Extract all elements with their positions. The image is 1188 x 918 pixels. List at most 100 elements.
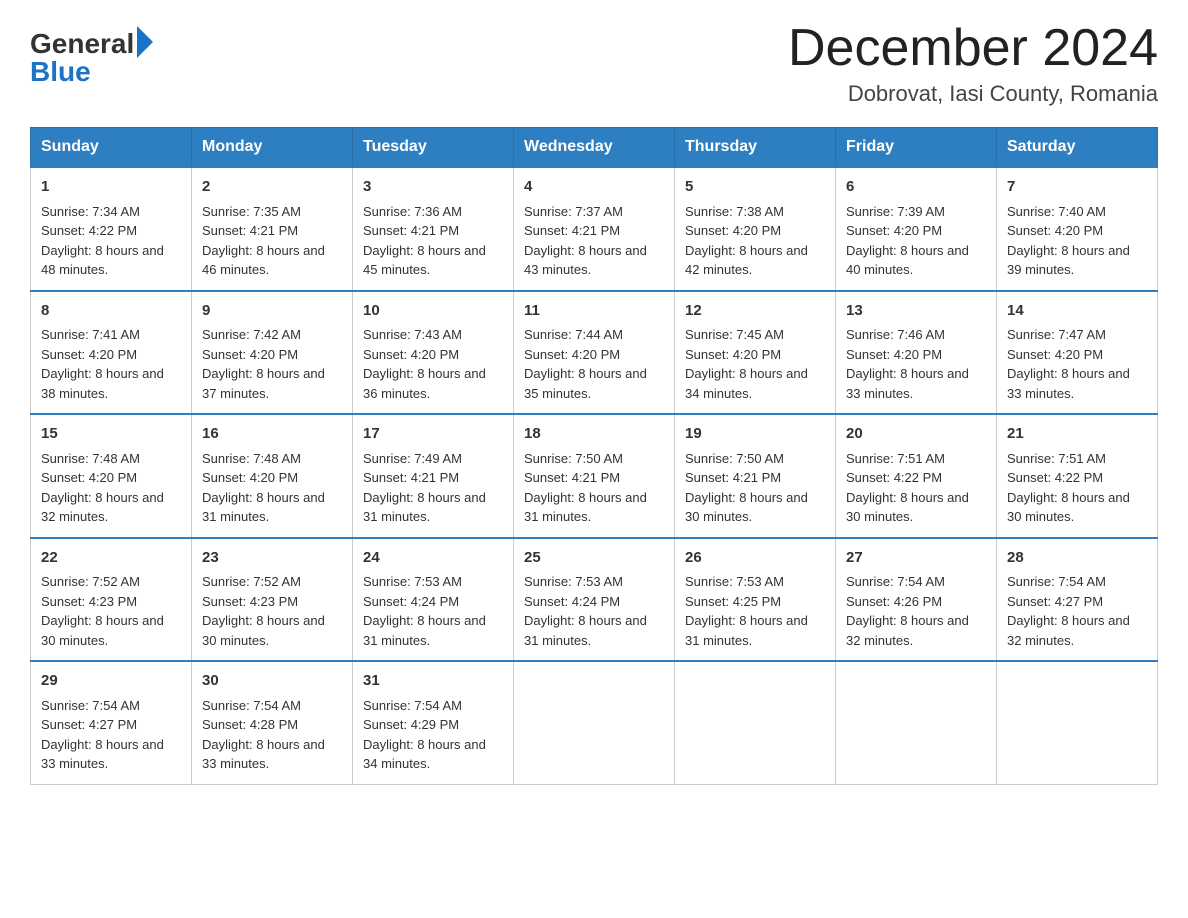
- sunrise-text: Sunrise: 7:43 AM: [363, 327, 462, 342]
- calendar-cell: 7Sunrise: 7:40 AMSunset: 4:20 PMDaylight…: [997, 167, 1158, 291]
- title-area: December 2024 Dobrovat, Iasi County, Rom…: [788, 20, 1158, 107]
- daylight-text: Daylight: 8 hours and 33 minutes.: [1007, 366, 1130, 401]
- day-number: 24: [363, 547, 503, 570]
- sunrise-text: Sunrise: 7:47 AM: [1007, 327, 1106, 342]
- day-number: 29: [41, 670, 181, 693]
- sunrise-text: Sunrise: 7:48 AM: [41, 451, 140, 466]
- calendar-cell: 18Sunrise: 7:50 AMSunset: 4:21 PMDayligh…: [514, 414, 675, 538]
- sunset-text: Sunset: 4:27 PM: [41, 717, 137, 732]
- weekday-header-monday: Monday: [192, 128, 353, 168]
- day-number: 23: [202, 547, 342, 570]
- daylight-text: Daylight: 8 hours and 31 minutes.: [524, 490, 647, 525]
- sunset-text: Sunset: 4:20 PM: [846, 223, 942, 238]
- calendar-cell: 29 Sunrise: 7:54 AM Sunset: 4:27 PM Dayligh…: [31, 661, 192, 784]
- sunset-text: Sunset: 4:28 PM: [202, 717, 298, 732]
- day-number: 12: [685, 300, 825, 323]
- day-number: 7: [1007, 176, 1147, 199]
- sunset-text: Sunset: 4:22 PM: [1007, 470, 1103, 485]
- daylight-text: Daylight: 8 hours and 30 minutes.: [1007, 490, 1130, 525]
- calendar-cell: 13Sunrise: 7:46 AMSunset: 4:20 PMDayligh…: [836, 291, 997, 415]
- day-number: 22: [41, 547, 181, 570]
- calendar-cell: 31Sunrise: 7:54 AMSunset: 4:29 PMDayligh…: [353, 661, 514, 784]
- sunrise-text: Sunrise: 7:46 AM: [846, 327, 945, 342]
- sunset-text: Sunset: 4:20 PM: [524, 347, 620, 362]
- sunrise-text: Sunrise: 7:54 AM: [363, 698, 462, 713]
- calendar-cell: [836, 661, 997, 784]
- daylight-text: Daylight: 8 hours and 30 minutes.: [846, 490, 969, 525]
- daylight-text: Daylight: 8 hours and 31 minutes.: [685, 613, 808, 648]
- day-number: 25: [524, 547, 664, 570]
- sunrise-text: Sunrise: 7:39 AM: [846, 204, 945, 219]
- calendar-cell: 17Sunrise: 7:49 AMSunset: 4:21 PMDayligh…: [353, 414, 514, 538]
- sunrise-text: Sunrise: 7:52 AM: [202, 574, 301, 589]
- day-number: 27: [846, 547, 986, 570]
- sunset-text: Sunset: 4:24 PM: [363, 594, 459, 609]
- daylight-text: Daylight: 8 hours and 31 minutes.: [363, 490, 486, 525]
- daylight-text: Daylight: 8 hours and 33 minutes.: [846, 366, 969, 401]
- sunrise-text: Sunrise: 7:50 AM: [685, 451, 784, 466]
- sunrise-text: Sunrise: 7:53 AM: [524, 574, 623, 589]
- sunset-text: Sunset: 4:20 PM: [846, 347, 942, 362]
- sunrise-text: Sunrise: 7:49 AM: [363, 451, 462, 466]
- calendar-cell: 16Sunrise: 7:48 AMSunset: 4:20 PMDayligh…: [192, 414, 353, 538]
- day-number: 10: [363, 300, 503, 323]
- sunset-text: Sunset: 4:23 PM: [41, 594, 137, 609]
- sunrise-text: Sunrise: 7:37 AM: [524, 204, 623, 219]
- sunset-text: Sunset: 4:23 PM: [202, 594, 298, 609]
- day-number: 15: [41, 423, 181, 446]
- daylight-text: Daylight: 8 hours and 34 minutes.: [685, 366, 808, 401]
- day-number: 19: [685, 423, 825, 446]
- sunrise-text: Sunrise: 7:51 AM: [1007, 451, 1106, 466]
- calendar-cell: 6Sunrise: 7:39 AMSunset: 4:20 PMDaylight…: [836, 167, 997, 291]
- day-number: 11: [524, 300, 664, 323]
- sunset-text: Sunset: 4:21 PM: [685, 470, 781, 485]
- logo-blue: Blue: [30, 58, 153, 86]
- day-number: 3: [363, 176, 503, 199]
- sunset-text: Sunset: 4:22 PM: [41, 223, 137, 238]
- sunset-text: Sunset: 4:21 PM: [524, 470, 620, 485]
- sunset-text: Sunset: 4:29 PM: [363, 717, 459, 732]
- sunset-text: Sunset: 4:20 PM: [363, 347, 459, 362]
- day-number: 4: [524, 176, 664, 199]
- daylight-text: Daylight: 8 hours and 33 minutes.: [41, 737, 164, 772]
- sunset-text: Sunset: 4:21 PM: [363, 223, 459, 238]
- daylight-text: Daylight: 8 hours and 45 minutes.: [363, 243, 486, 278]
- daylight-text: Daylight: 8 hours and 30 minutes.: [41, 613, 164, 648]
- calendar-cell: 8Sunrise: 7:41 AMSunset: 4:20 PMDaylight…: [31, 291, 192, 415]
- day-number: 26: [685, 547, 825, 570]
- daylight-text: Daylight: 8 hours and 30 minutes.: [202, 613, 325, 648]
- sunset-text: Sunset: 4:21 PM: [202, 223, 298, 238]
- daylight-text: Daylight: 8 hours and 31 minutes.: [524, 613, 647, 648]
- weekday-header-tuesday: Tuesday: [353, 128, 514, 168]
- day-number: 5: [685, 176, 825, 199]
- daylight-text: Daylight: 8 hours and 30 minutes.: [685, 490, 808, 525]
- daylight-text: Daylight: 8 hours and 32 minutes.: [846, 613, 969, 648]
- sunset-text: Sunset: 4:25 PM: [685, 594, 781, 609]
- daylight-text: Daylight: 8 hours and 35 minutes.: [524, 366, 647, 401]
- sunset-text: Sunset: 4:26 PM: [846, 594, 942, 609]
- week-row-3: 15Sunrise: 7:48 AMSunset: 4:20 PMDayligh…: [31, 414, 1158, 538]
- daylight-text: Daylight: 8 hours and 43 minutes.: [524, 243, 647, 278]
- sunset-text: Sunset: 4:24 PM: [524, 594, 620, 609]
- sunset-text: Sunset: 4:21 PM: [363, 470, 459, 485]
- calendar-table: SundayMondayTuesdayWednesdayThursdayFrid…: [30, 127, 1158, 785]
- calendar-cell: 30Sunrise: 7:54 AMSunset: 4:28 PMDayligh…: [192, 661, 353, 784]
- calendar-cell: 26Sunrise: 7:53 AMSunset: 4:25 PMDayligh…: [675, 538, 836, 662]
- sunrise-text: Sunrise: 7:54 AM: [41, 698, 140, 713]
- day-number: 28: [1007, 547, 1147, 570]
- calendar-cell: 11Sunrise: 7:44 AMSunset: 4:20 PMDayligh…: [514, 291, 675, 415]
- calendar-cell: 14Sunrise: 7:47 AMSunset: 4:20 PMDayligh…: [997, 291, 1158, 415]
- day-number: 8: [41, 300, 181, 323]
- calendar-cell: 12Sunrise: 7:45 AMSunset: 4:20 PMDayligh…: [675, 291, 836, 415]
- calendar-cell: 25 Sunrise: 7:53 AM Sunset: 4:24 PM Dayligh…: [514, 538, 675, 662]
- calendar-cell: 20Sunrise: 7:51 AMSunset: 4:22 PMDayligh…: [836, 414, 997, 538]
- logo-general: General: [30, 30, 134, 58]
- sunset-text: Sunset: 4:22 PM: [846, 470, 942, 485]
- calendar-cell: 15Sunrise: 7:48 AMSunset: 4:20 PMDayligh…: [31, 414, 192, 538]
- daylight-text: Daylight: 8 hours and 40 minutes.: [846, 243, 969, 278]
- sunrise-text: Sunrise: 7:53 AM: [363, 574, 462, 589]
- sunset-text: Sunset: 4:20 PM: [41, 347, 137, 362]
- calendar-cell: 19 Sunrise: 7:50 AM Sunset: 4:21 PM Dayligh…: [675, 414, 836, 538]
- day-number: 14: [1007, 300, 1147, 323]
- day-number: 16: [202, 423, 342, 446]
